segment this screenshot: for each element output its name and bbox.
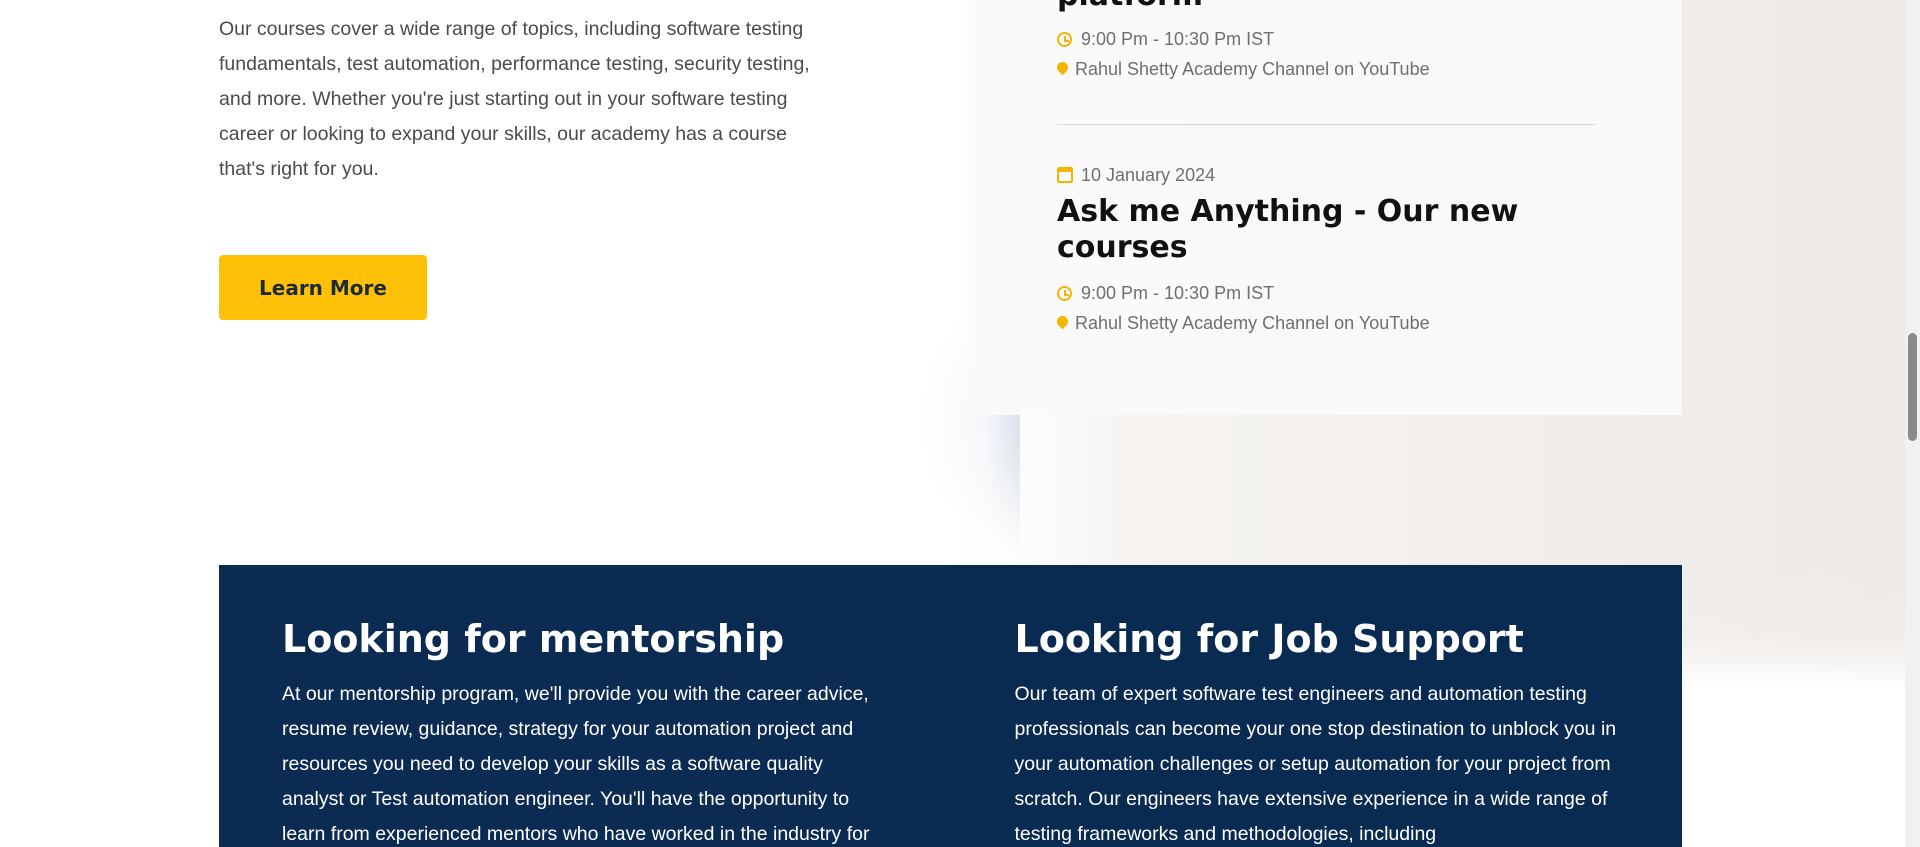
scrollbar-thumb[interactable] xyxy=(1908,333,1917,441)
event-item: 10 January 2024 Ask me Anything - Our ne… xyxy=(1054,160,1617,338)
event-time: 9:00 Pm - 10:30 Pm IST xyxy=(1057,278,1617,308)
event-title[interactable]: Ask me Anything - Our new courses xyxy=(1057,194,1617,266)
job-support-body: Our team of expert software test enginee… xyxy=(1014,683,1617,845)
courses-intro-text: Our courses cover a wide range of topics… xyxy=(219,18,810,180)
map-pin-icon xyxy=(1054,59,1071,75)
mentorship-body: At our mentorship program, we'll provide… xyxy=(282,683,870,845)
event-time: 9:00 Pm - 10:30 Pm IST xyxy=(1057,24,1617,54)
event-location-text: Rahul Shetty Academy Channel on YouTube xyxy=(1075,59,1430,79)
mentorship-title: Looking for mentorship xyxy=(282,617,785,661)
job-support-title: Looking for Job Support xyxy=(1014,617,1524,661)
event-time-text: 9:00 Pm - 10:30 Pm IST xyxy=(1081,283,1275,303)
support-panels: Looking for mentorship At our mentorship… xyxy=(219,565,1682,847)
event-title[interactable]: platform xyxy=(1057,0,1617,14)
calendar-icon xyxy=(1057,167,1073,183)
map-pin-icon xyxy=(1054,313,1071,329)
event-date: 10 January 2024 xyxy=(1057,160,1617,190)
mentorship-panel: Looking for mentorship At our mentorship… xyxy=(219,565,951,847)
job-support-panel: Looking for Job Support Our team of expe… xyxy=(950,565,1682,847)
upcoming-events-card: platform 9:00 Pm - 10:30 Pm IST Rahul Sh… xyxy=(969,0,1682,415)
page-scrollbar[interactable] xyxy=(1905,0,1920,847)
event-location-text: Rahul Shetty Academy Channel on YouTube xyxy=(1075,313,1430,333)
event-divider xyxy=(1057,124,1595,125)
event-location: Rahul Shetty Academy Channel on YouTube xyxy=(1054,308,1617,338)
learn-more-button[interactable]: Learn More xyxy=(219,255,427,320)
clock-icon xyxy=(1057,285,1072,301)
clock-icon xyxy=(1057,31,1072,47)
event-item: platform 9:00 Pm - 10:30 Pm IST Rahul Sh… xyxy=(1054,0,1617,84)
event-date-text: 10 January 2024 xyxy=(1081,165,1216,185)
event-time-text: 9:00 Pm - 10:30 Pm IST xyxy=(1081,29,1275,49)
event-location: Rahul Shetty Academy Channel on YouTube xyxy=(1054,54,1617,84)
